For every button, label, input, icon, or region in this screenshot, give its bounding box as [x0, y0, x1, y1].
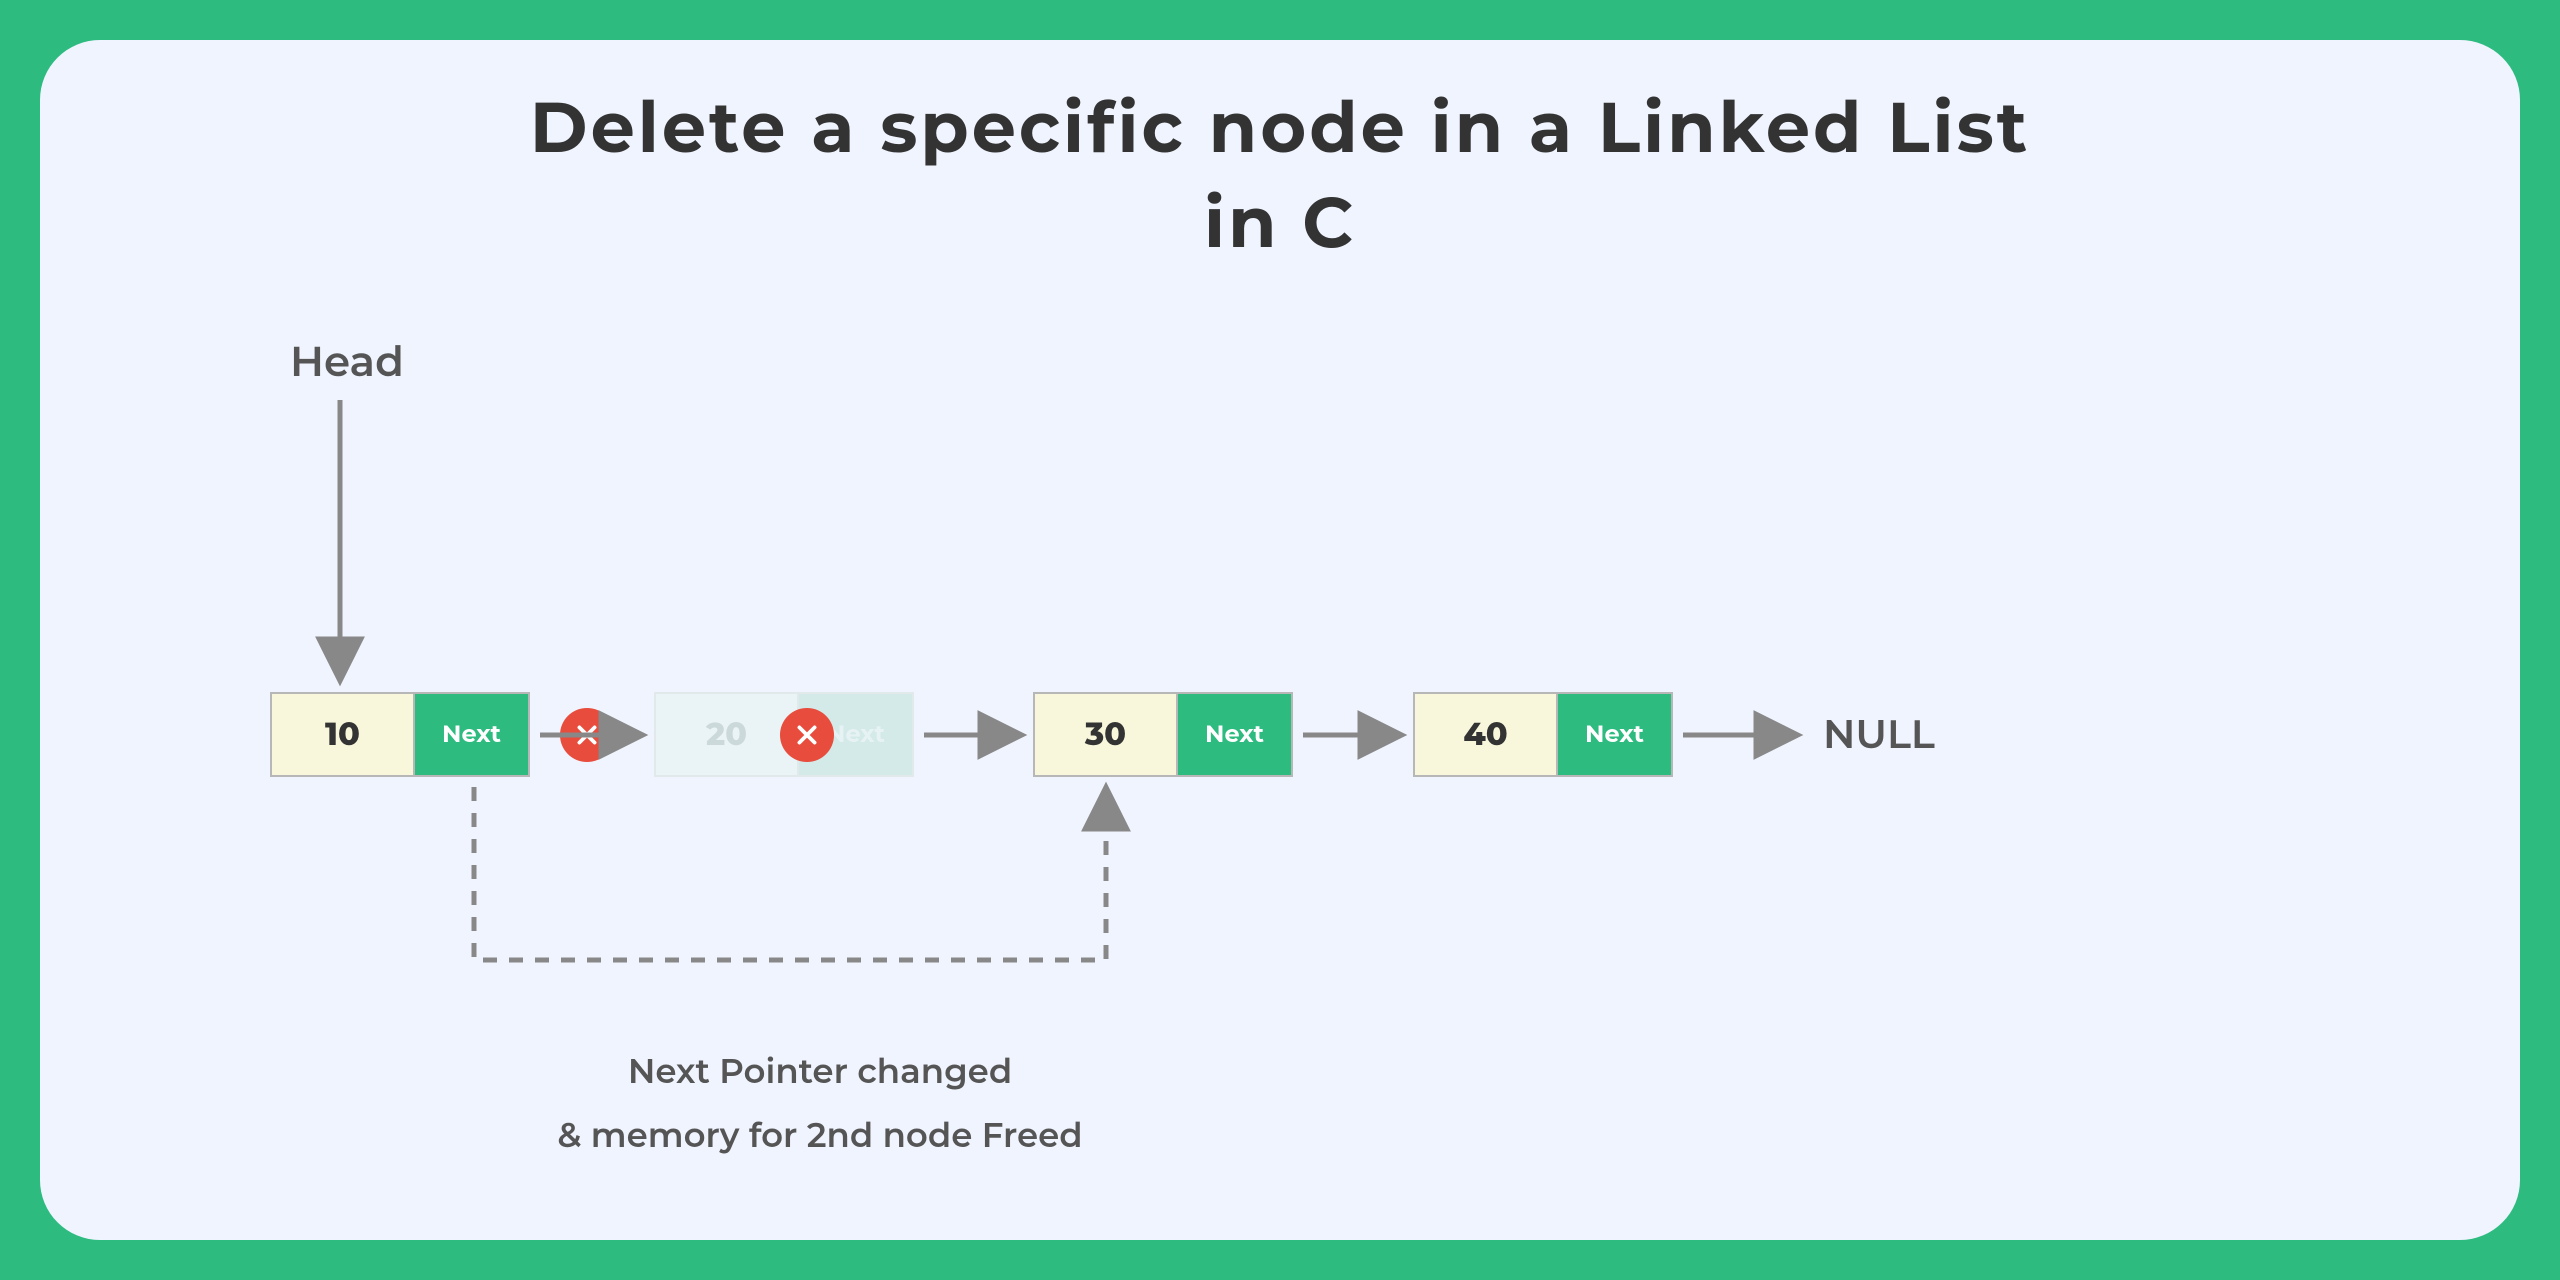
- diagram-canvas: Delete a specific node in a Linked List …: [40, 40, 2520, 1240]
- node-2-value: 20: [654, 692, 799, 777]
- caption: Next Pointer changed & memory for 2nd no…: [520, 1050, 1120, 1156]
- diagram-title: Delete a specific node in a Linked List …: [40, 80, 2520, 269]
- node-1-next: Next: [415, 692, 530, 777]
- caption-line-1: Next Pointer changed: [520, 1050, 1120, 1092]
- node-4-next: Next: [1558, 692, 1673, 777]
- node-1: 10 Next: [270, 692, 530, 777]
- title-line-1: Delete a specific node in a Linked List: [530, 84, 2030, 170]
- null-label: NULL: [1823, 710, 1935, 759]
- title-line-2: in C: [1204, 179, 1356, 265]
- node-1-value: 10: [270, 692, 415, 777]
- node-3-next: Next: [1178, 692, 1293, 777]
- head-label: Head: [290, 335, 404, 387]
- node-3-value: 30: [1033, 692, 1178, 777]
- node-4: 40 Next: [1413, 692, 1673, 777]
- caption-line-2: & memory for 2nd node Freed: [520, 1114, 1120, 1156]
- delete-icon: [560, 708, 614, 762]
- node-3: 30 Next: [1033, 692, 1293, 777]
- node-4-value: 40: [1413, 692, 1558, 777]
- delete-icon: [780, 708, 834, 762]
